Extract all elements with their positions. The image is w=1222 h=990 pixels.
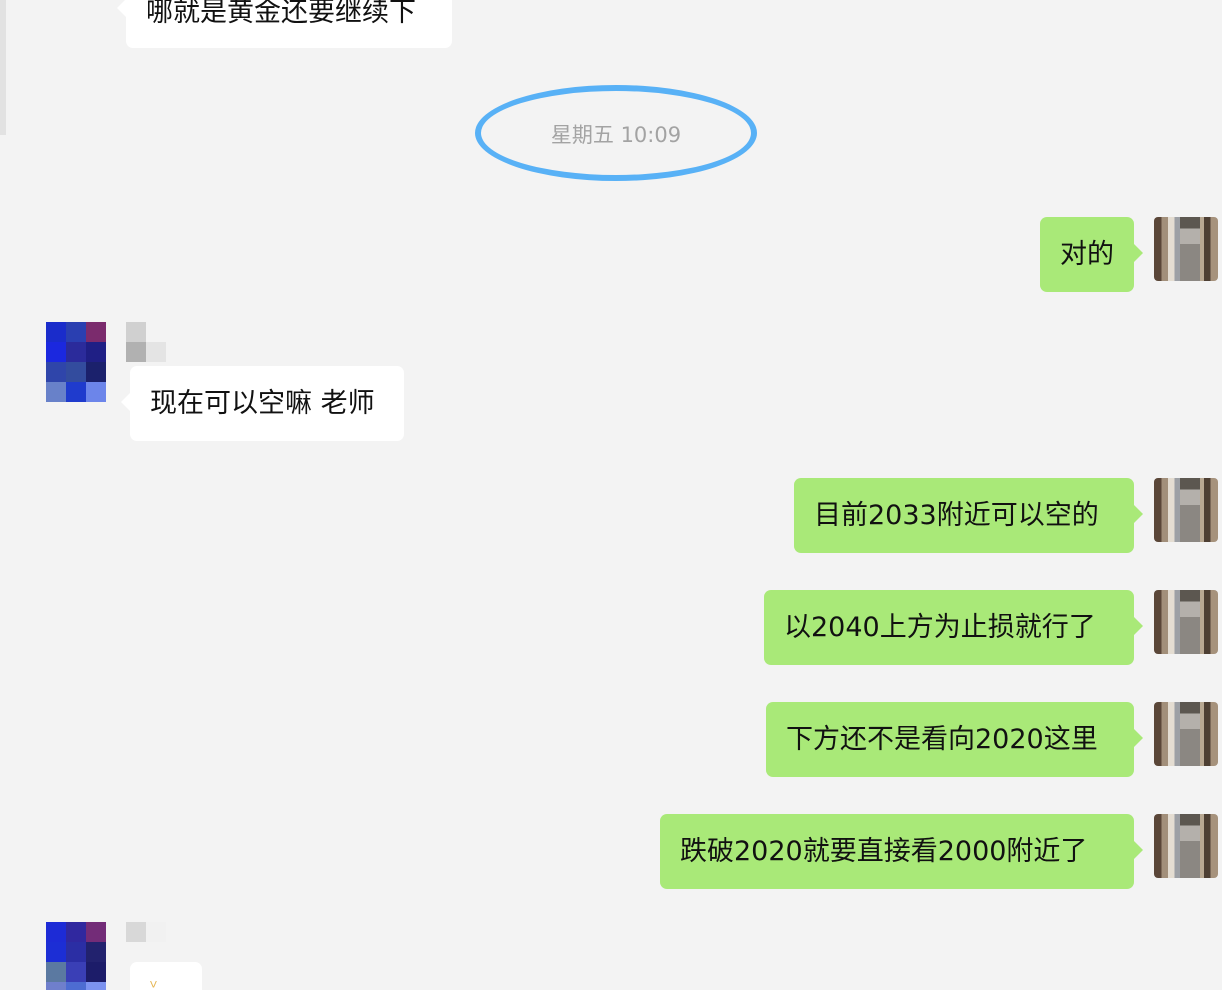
message-text: 现在可以空嘛 老师 (150, 388, 375, 419)
message-bubble-outgoing[interactable]: 下方还不是看向2020这里 (766, 702, 1143, 777)
contact-avatar[interactable] (46, 922, 106, 990)
avatar-photo-icon (1180, 702, 1200, 766)
message-bubble-outgoing[interactable]: 以2040上方为止损就行了 (764, 590, 1143, 665)
message-text: 哪就是黄金还要继续下 (146, 0, 416, 28)
message-bubble-outgoing[interactable]: 对的 (1040, 217, 1143, 292)
my-avatar[interactable] (1154, 217, 1218, 281)
avatar-photo-icon (1180, 478, 1200, 542)
message-text: 对的 (1060, 239, 1114, 270)
avatar-photo-icon (1180, 814, 1200, 878)
my-avatar[interactable] (1154, 590, 1218, 654)
timestamp: 星期五 10:09 (550, 123, 682, 147)
timestamp-highlight-ellipse: 星期五 10:09 (475, 85, 757, 181)
chat-window: 哪就是黄金还要继续下 星期五 10:09 对的 现在可以空嘛 老师 目前2033… (0, 0, 1222, 990)
message-text: 跌破2020就要直接看2000附近了 (680, 836, 1088, 867)
emoji-icon: ⱽ (150, 978, 157, 990)
message-text: 以2040上方为止损就行了 (784, 612, 1096, 643)
message-bubble-outgoing[interactable]: 跌破2020就要直接看2000附近了 (660, 814, 1143, 889)
left-divider (0, 0, 6, 135)
avatar-photo-icon (1180, 590, 1200, 654)
contact-avatar[interactable] (46, 322, 106, 402)
message-text: 下方还不是看向2020这里 (786, 724, 1098, 755)
avatar-photo-icon (1180, 217, 1200, 281)
contact-name-blurred (126, 322, 166, 362)
message-text: 目前2033附近可以空的 (814, 500, 1099, 531)
message-bubble-incoming[interactable]: 现在可以空嘛 老师 (121, 366, 404, 441)
my-avatar[interactable] (1154, 702, 1218, 766)
message-bubble-incoming[interactable]: 哪就是黄金还要继续下 (117, 0, 452, 48)
my-avatar[interactable] (1154, 814, 1218, 878)
message-bubble-outgoing[interactable]: 目前2033附近可以空的 (794, 478, 1143, 553)
contact-name-blurred (126, 922, 166, 962)
message-bubble-incoming[interactable] (130, 962, 202, 990)
my-avatar[interactable] (1154, 478, 1218, 542)
